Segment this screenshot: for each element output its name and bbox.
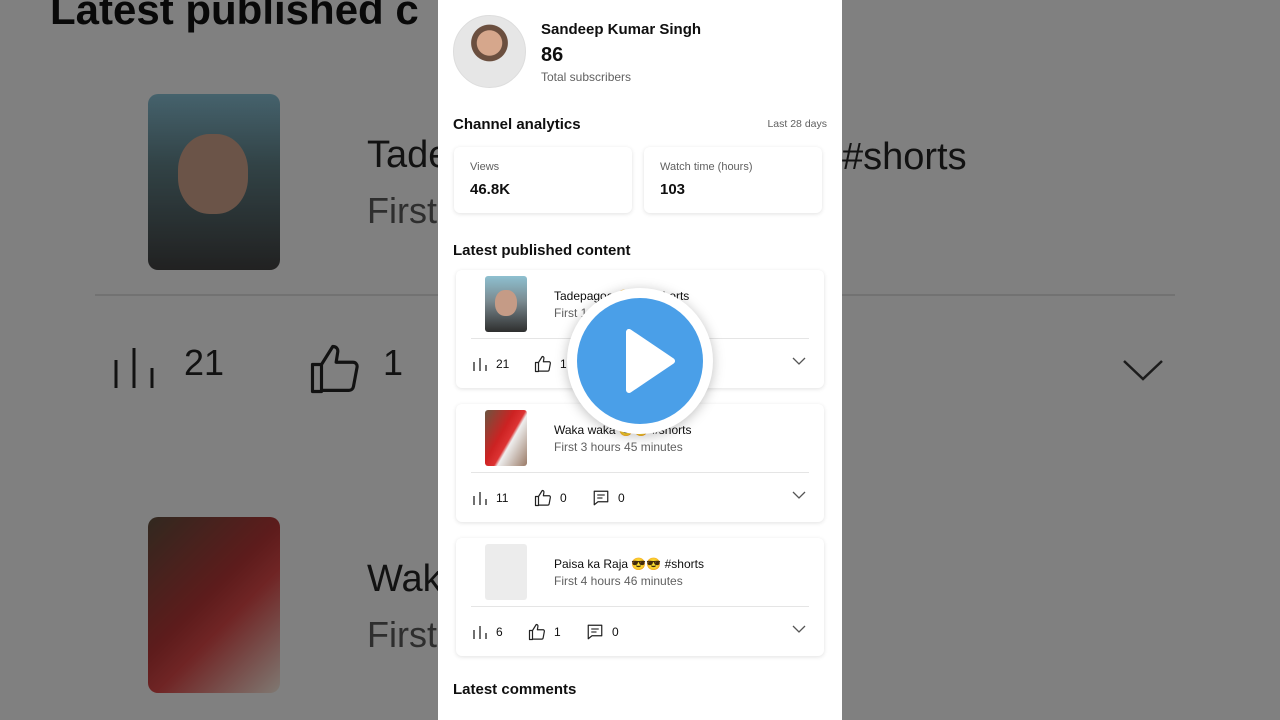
play-icon bbox=[626, 329, 675, 393]
video-subtitle: First 3 hours 45 minutes bbox=[554, 440, 683, 454]
watch-time-card[interactable]: Watch time (hours) 103 bbox=[644, 147, 822, 213]
views-value: 46.8K bbox=[470, 181, 511, 198]
likes-metric: 1 bbox=[534, 354, 567, 374]
avatar[interactable] bbox=[453, 15, 526, 88]
likes-metric: 1 bbox=[528, 622, 561, 642]
views-metric: 21 bbox=[472, 354, 509, 374]
bar-chart-icon bbox=[473, 492, 487, 505]
comment-icon bbox=[587, 624, 603, 640]
views-card[interactable]: Views 46.8K bbox=[454, 147, 632, 213]
thumb-up-icon bbox=[528, 623, 545, 641]
comments-count: 0 bbox=[618, 491, 625, 505]
channel-header: Sandeep Kumar Singh 86 Total subscribers bbox=[453, 15, 833, 89]
date-range: Last 28 days bbox=[767, 118, 827, 130]
chevron-down-icon[interactable] bbox=[792, 488, 806, 502]
chevron-down-icon[interactable] bbox=[792, 354, 806, 368]
watch-time-label: Watch time (hours) bbox=[660, 161, 753, 173]
views-count: 11 bbox=[496, 491, 509, 505]
subscriber-label: Total subscribers bbox=[541, 70, 632, 84]
video-thumbnail[interactable] bbox=[485, 544, 527, 600]
chevron-down-icon[interactable] bbox=[792, 622, 806, 636]
subscriber-count: 86 bbox=[541, 44, 564, 66]
latest-comments-title: Latest comments bbox=[453, 681, 577, 698]
comments-metric: 0 bbox=[592, 488, 625, 508]
watch-time-value: 103 bbox=[660, 181, 686, 198]
bar-chart-icon bbox=[473, 358, 487, 371]
bar-chart-icon bbox=[473, 626, 487, 639]
play-button[interactable] bbox=[567, 288, 713, 434]
channel-analytics-title: Channel analytics bbox=[453, 116, 581, 133]
thumb-up-icon bbox=[534, 355, 551, 373]
views-count: 6 bbox=[496, 625, 503, 639]
thumb-up-icon bbox=[534, 489, 551, 507]
views-metric: 11 bbox=[472, 488, 508, 508]
views-metric: 6 bbox=[472, 622, 503, 642]
video-title: Paisa ka Raja 😎😎 #shorts bbox=[554, 557, 704, 571]
likes-count: 1 bbox=[554, 625, 561, 639]
comment-icon bbox=[593, 490, 609, 506]
content-card[interactable]: Paisa ka Raja 😎😎 #shorts First 4 hours 4… bbox=[456, 538, 824, 656]
channel-name: Sandeep Kumar Singh bbox=[541, 21, 702, 38]
views-label: Views bbox=[470, 161, 500, 173]
comments-count: 0 bbox=[612, 625, 619, 639]
latest-content-title: Latest published content bbox=[453, 242, 631, 259]
views-count: 21 bbox=[496, 357, 510, 371]
likes-count: 0 bbox=[560, 491, 567, 505]
video-thumbnail[interactable] bbox=[485, 276, 527, 332]
video-thumbnail[interactable] bbox=[485, 410, 527, 466]
comments-metric: 0 bbox=[586, 622, 619, 642]
likes-metric: 0 bbox=[534, 488, 567, 508]
video-subtitle: First 4 hours 46 minutes bbox=[554, 574, 683, 588]
likes-count: 1 bbox=[560, 357, 567, 371]
